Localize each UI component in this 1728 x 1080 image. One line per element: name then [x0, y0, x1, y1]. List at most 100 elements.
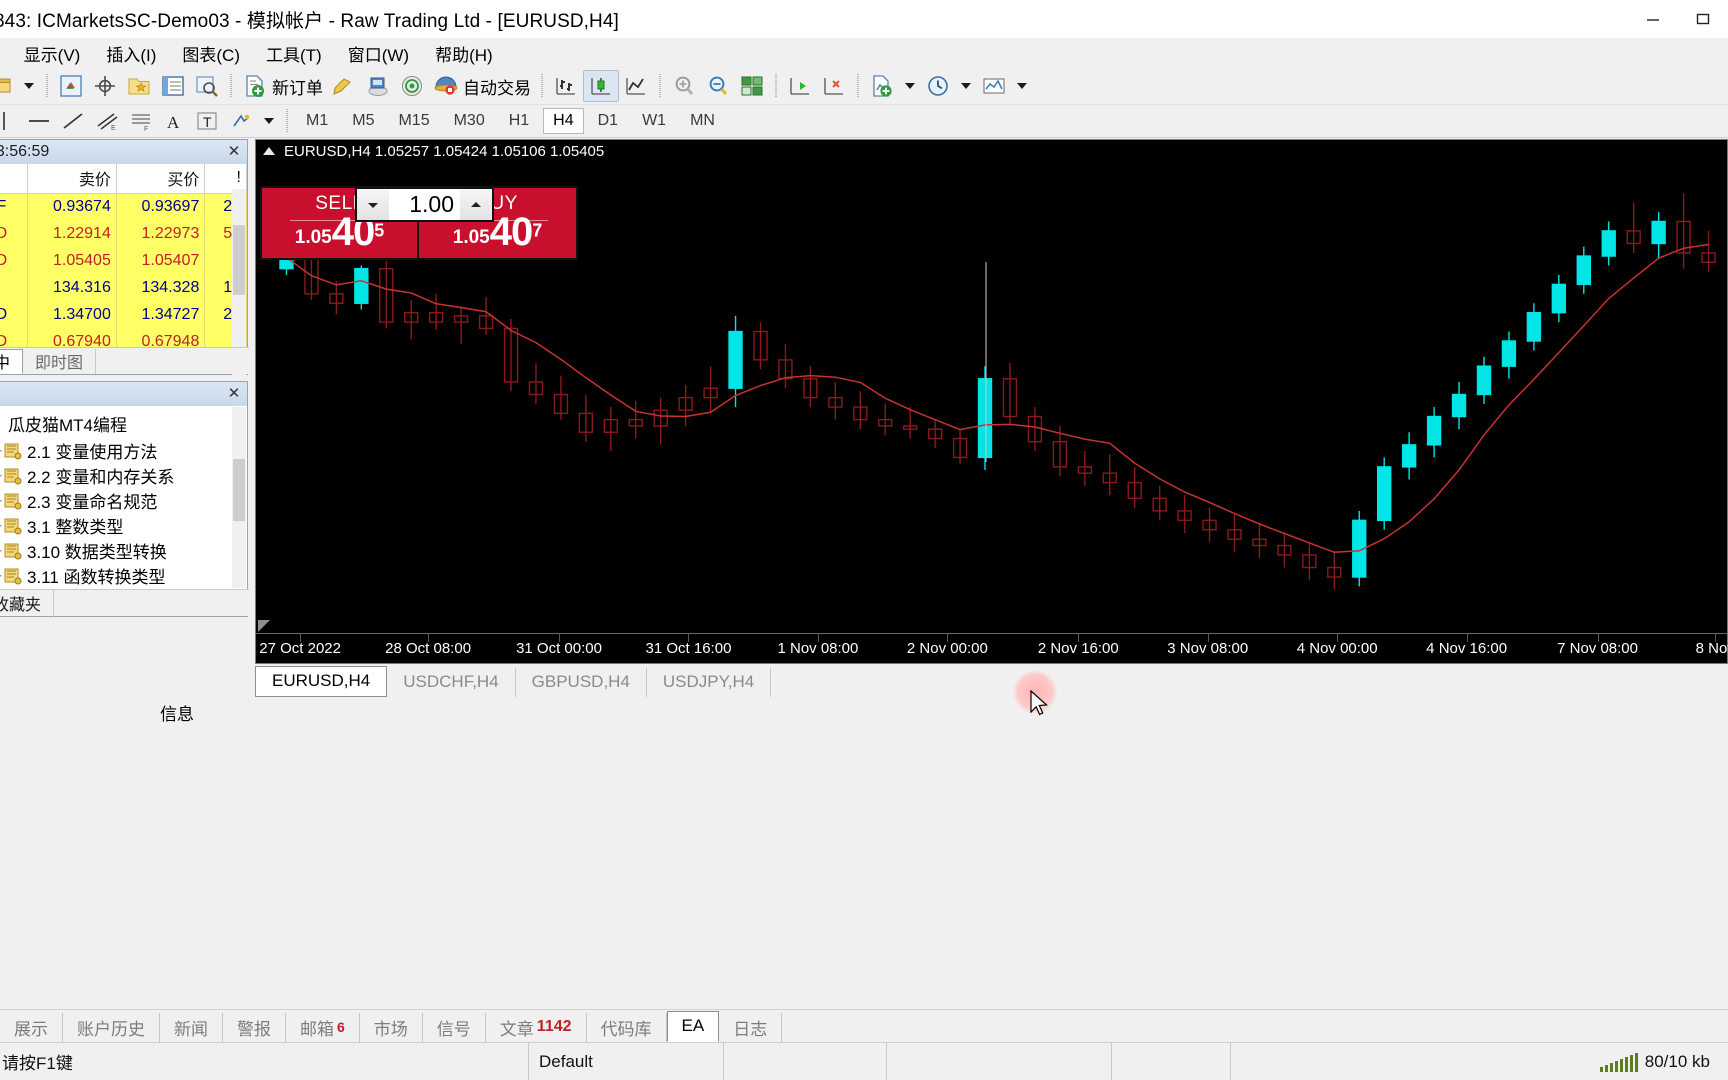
timeframe-w1[interactable]: W1 [632, 108, 676, 134]
terminal-tab-trade[interactable]: 展示 [0, 1013, 63, 1042]
list-item[interactable]: ⋯ 2.3 变量命名规范 [0, 488, 232, 513]
vps-button[interactable] [361, 70, 395, 102]
timeframe-m15[interactable]: M15 [388, 108, 439, 134]
line-chart-button[interactable] [619, 70, 653, 102]
table-row[interactable]: SD 1.05405 1.05407 2 [0, 247, 247, 275]
menu-item-view[interactable]: 显示(V) [11, 39, 94, 68]
list-item[interactable]: ⋯ 2.2 变量和内存关系 [0, 463, 232, 488]
scrollbar-thumb[interactable] [233, 459, 245, 521]
menu-item-window[interactable]: 窗口(W) [335, 39, 422, 68]
list-item[interactable]: ⋯ 3.10 数据类型转换 [0, 538, 232, 563]
timeframe-h4[interactable]: H4 [543, 108, 584, 134]
period-dropdown-caret[interactable] [961, 83, 971, 89]
profiles-button[interactable] [0, 70, 18, 102]
chart-tab-eurusd[interactable]: EURUSD,H4 [255, 666, 388, 697]
signals-button[interactable] [395, 70, 429, 102]
indicators-dropdown-caret[interactable] [905, 83, 915, 89]
volume-increase-button[interactable] [460, 189, 492, 220]
menu-item-help[interactable]: 帮助(H) [422, 39, 506, 68]
timeframe-m30[interactable]: M30 [444, 108, 495, 134]
terminal-tab-market[interactable]: 市场 [360, 1013, 423, 1042]
list-item[interactable]: ⋯ 2.1 变量使用方法 [0, 438, 232, 463]
terminal-tab-articles[interactable]: 文章 1142 [486, 1013, 587, 1042]
timeframe-mn[interactable]: MN [680, 108, 725, 134]
market-watch-tab-ticks[interactable]: 即时图 [23, 349, 97, 374]
auto-scroll-button[interactable] [817, 70, 851, 102]
chart-shift-button[interactable] [783, 70, 817, 102]
zoom-in-button[interactable] [667, 70, 701, 102]
menu-item-tools[interactable]: 工具(T) [253, 39, 335, 68]
close-icon[interactable]: ✕ [225, 142, 243, 160]
chart-window[interactable]: EURUSD,H4 1.05257 1.05424 1.05106 1.0540… [255, 139, 1728, 664]
table-row[interactable]: AD 1.34700 1.34727 27 [0, 301, 247, 329]
menu-item-insert[interactable]: 插入(I) [93, 39, 169, 68]
terminal-tab-account-history[interactable]: 账户历史 [63, 1013, 160, 1042]
indicators-button[interactable] [865, 70, 899, 102]
maximize-button[interactable] [1678, 0, 1728, 38]
terminal-tab-alerts[interactable]: 警报 [223, 1013, 286, 1042]
candlestick-chart-button[interactable] [583, 70, 619, 102]
timeframe-m1[interactable]: M1 [296, 108, 338, 134]
metaeditor-button[interactable] [327, 70, 361, 102]
list-item[interactable]: ⋯ 3.1 整数类型 [0, 513, 232, 538]
close-icon[interactable]: ✕ [225, 384, 243, 402]
menu-item-0[interactable]: ) [0, 41, 11, 65]
one-click-trading-panel[interactable]: SELL 1.05405 BUY 1.05407 1.00 [260, 186, 578, 260]
arrows-tool-button[interactable] [224, 105, 258, 137]
column-bid[interactable]: 卖价 [27, 164, 117, 194]
text-tool-button[interactable]: A [158, 105, 190, 137]
timeframe-h1[interactable]: H1 [499, 108, 539, 134]
period-button[interactable] [921, 70, 955, 102]
navigator-root-label[interactable]: 瓜皮猫MT4编程 [0, 411, 232, 436]
market-watch-tab-symbols[interactable]: 中 [0, 349, 24, 374]
table-row[interactable]: SD 1.22914 1.22973 59 [0, 220, 247, 248]
zoom-out-button[interactable] [701, 70, 735, 102]
strategy-tester-button[interactable] [190, 70, 224, 102]
autotrading-button[interactable]: 自动交易 [429, 70, 535, 102]
navigator-tab-favorites[interactable]: 收藏夹 [0, 589, 55, 617]
terminal-button[interactable] [156, 70, 190, 102]
table-row[interactable]: Y 134.316 134.328 12 [0, 274, 247, 302]
cursor-tool-button[interactable] [0, 105, 22, 137]
templates-button[interactable] [977, 70, 1011, 102]
minimize-button[interactable] [1628, 0, 1678, 38]
market-watch-button[interactable] [54, 70, 88, 102]
terminal-tab-mailbox[interactable]: 邮箱 6 [286, 1013, 360, 1042]
chart-canvas[interactable]: SELL 1.05405 BUY 1.05407 1.00 27 Oct 202… [256, 162, 1728, 663]
navigator-scrollbar[interactable] [232, 407, 246, 588]
chart-tab-gbpusd[interactable]: GBPUSD,H4 [516, 668, 647, 697]
volume-stepper[interactable]: 1.00 [355, 187, 494, 222]
terminal-tab-experts[interactable]: EA [666, 1011, 720, 1042]
terminal-tab-code-base[interactable]: 代码库 [587, 1013, 667, 1042]
horizontal-line-tool-button[interactable] [22, 105, 56, 137]
new-order-button[interactable]: 新订单 [238, 70, 327, 102]
column-symbol[interactable] [0, 164, 29, 194]
scrollbar-thumb[interactable] [233, 225, 245, 295]
equidistant-channel-tool-button[interactable]: E [90, 105, 124, 137]
terminal-tab-journal[interactable]: 日志 [719, 1013, 783, 1042]
menu-item-charts[interactable]: 图表(C) [169, 39, 253, 68]
trendline-tool-button[interactable] [56, 105, 90, 137]
templates-dropdown-caret[interactable] [1017, 83, 1027, 89]
chart-tab-usdjpy[interactable]: USDJPY,H4 [647, 668, 772, 697]
list-item[interactable]: ⋯ 3.11 函数转换类型 [0, 563, 232, 588]
timeframe-d1[interactable]: D1 [588, 108, 628, 134]
profiles-dropdown-caret[interactable] [24, 83, 34, 89]
tile-windows-button[interactable] [735, 70, 769, 102]
text-label-tool-button[interactable]: T [190, 105, 224, 137]
terminal-tab-news[interactable]: 新闻 [160, 1013, 223, 1042]
bar-chart-button[interactable] [549, 70, 583, 102]
terminal-tab-signals[interactable]: 信号 [423, 1013, 486, 1042]
volume-decrease-button[interactable] [357, 189, 389, 220]
chart-tab-usdchf[interactable]: USDCHF,H4 [387, 668, 516, 697]
arrows-dropdown-caret[interactable] [264, 118, 274, 124]
column-ask[interactable]: 买价 [116, 164, 206, 194]
chart-restore-icon[interactable] [263, 147, 275, 155]
crosshair-button[interactable] [88, 70, 122, 102]
table-row[interactable]: HF 0.93674 0.93697 23 [0, 193, 247, 221]
navigator-button[interactable] [122, 70, 156, 102]
chart-corner-handle[interactable] [258, 620, 270, 632]
fibonacci-tool-button[interactable]: F [124, 105, 158, 137]
volume-input[interactable]: 1.00 [389, 189, 460, 220]
status-network[interactable]: 80/10 kb [1599, 1052, 1728, 1072]
